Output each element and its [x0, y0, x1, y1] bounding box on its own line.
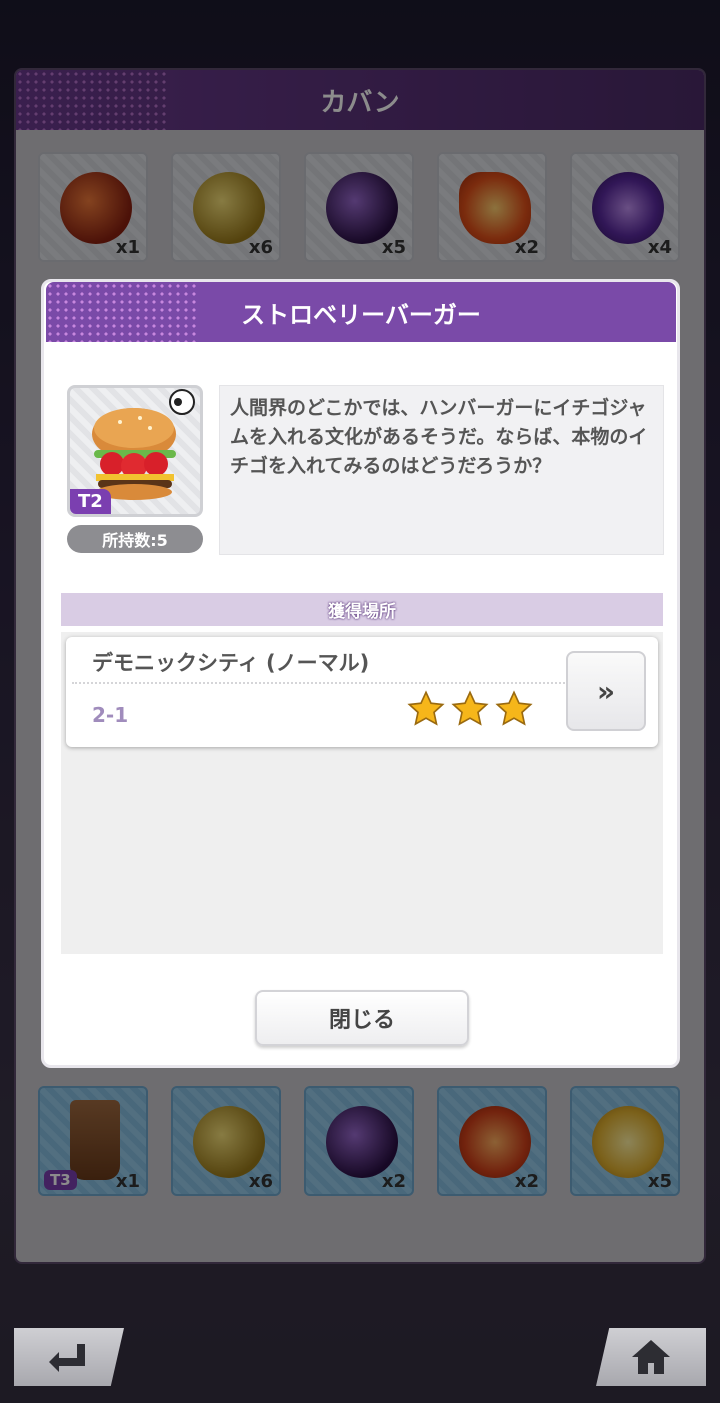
star-rating: [406, 689, 534, 729]
star-icon: [451, 690, 489, 726]
item-detail-modal: ストロベリーバーガー T2 所持数:5 人間界のどこかでは、ハンバーガーにイチゴ…: [41, 279, 680, 1068]
star-icon: [495, 690, 533, 726]
item-title: ストロベリーバーガー: [241, 300, 481, 329]
owned-count: 所持数:5: [67, 525, 203, 553]
back-button[interactable]: [14, 1328, 124, 1386]
acquisition-card: デモニックシティ (ノーマル) 2-1 »: [66, 637, 658, 747]
home-icon: [632, 1340, 670, 1374]
star-icon: [407, 690, 445, 726]
back-arrow-icon: [49, 1344, 85, 1372]
tier-badge: T2: [70, 489, 111, 514]
acquisition-header: 獲得場所: [61, 593, 663, 626]
item-description: 人間界のどこかでは、ハンバーガーにイチゴジャムを入れる文化があるそうだ。ならば、…: [219, 385, 664, 555]
item-icon-frame: T2: [67, 385, 203, 517]
acquisition-stage: 2-1: [92, 703, 129, 727]
home-button[interactable]: [596, 1328, 706, 1386]
modal-header: ストロベリーバーガー: [46, 282, 676, 342]
close-button[interactable]: 閉じる: [255, 990, 469, 1046]
go-to-stage-button[interactable]: »: [566, 651, 646, 731]
divider: [72, 682, 572, 684]
acquisition-location: デモニックシティ (ノーマル): [92, 651, 370, 675]
